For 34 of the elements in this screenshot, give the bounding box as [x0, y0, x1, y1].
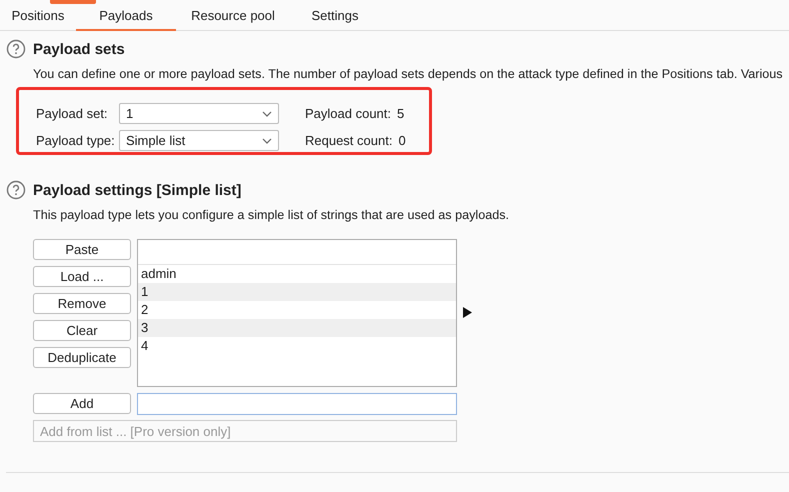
tab[interactable]: Payloads: [76, 7, 176, 31]
caret-icon: [262, 110, 272, 116]
tab-edge: [50, 0, 96, 4]
caret-icon: [262, 138, 272, 144]
count-value: 5: [397, 106, 404, 121]
list-item[interactable]: 4: [138, 337, 456, 355]
help-icon[interactable]: [6, 39, 26, 59]
list-action-button[interactable]: Remove: [33, 293, 131, 314]
list-item[interactable]: 1: [138, 283, 456, 301]
list-action-button[interactable]: Load ...: [33, 266, 131, 287]
dropdown[interactable]: Simple list: [119, 130, 279, 151]
description: You can define one or more payload sets. The number of payload sets depends on the attack type defined in the Positions tab. Various: [33, 67, 784, 81]
tab[interactable]: Positions: [0, 7, 76, 31]
add-button[interactable]: Add: [33, 393, 131, 414]
triangle-right-icon[interactable]: [463, 306, 472, 318]
list-action-button[interactable]: Clear: [33, 320, 131, 341]
help-icon[interactable]: [6, 180, 26, 200]
dropdown[interactable]: 1: [119, 103, 279, 124]
list-item[interactable]: 3: [138, 319, 456, 337]
count-label: Request count:: [305, 133, 392, 148]
field-label: Payload set:: [36, 106, 109, 121]
list-item[interactable]: 2: [138, 301, 456, 319]
tab[interactable]: Settings: [290, 7, 380, 31]
list-action-button[interactable]: Paste: [33, 239, 131, 260]
description: This payload type lets you configure a simple list of strings that are used as payloads.: [33, 208, 510, 222]
tab[interactable]: Resource pool: [176, 7, 290, 31]
input-field[interactable]: [137, 393, 457, 415]
section-title: Payload sets: [33, 40, 125, 58]
count-value: 0: [398, 133, 406, 148]
field-label: Payload type:: [36, 133, 116, 148]
list-action-button[interactable]: Deduplicate: [33, 347, 131, 368]
list-item[interactable]: admin: [138, 265, 456, 283]
section-title: Payload settings [Simple list]: [33, 182, 242, 198]
count-label: Payload count:: [305, 106, 392, 121]
